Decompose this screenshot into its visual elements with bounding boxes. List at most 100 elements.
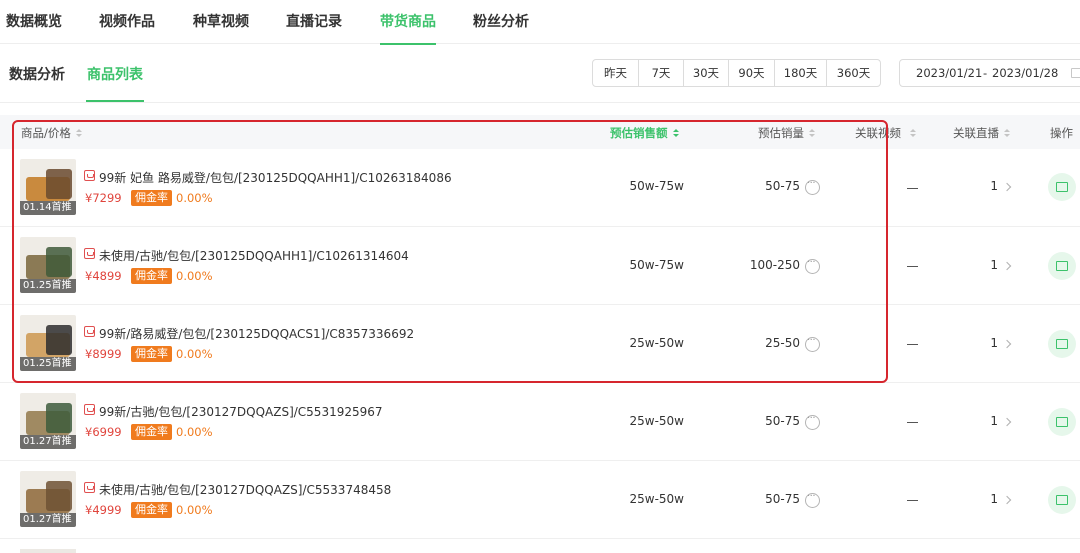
shop-icon [84,404,95,415]
subtab-product-list[interactable]: 商品列表 [86,64,144,102]
subtab-data-analysis[interactable]: 数据分析 [9,64,65,84]
range-180d-button[interactable]: 180天 [775,60,827,86]
chart-icon[interactable] [1048,252,1076,280]
table-header: 商品/价格 预估销售额 预估销量 关联视频 关联直播 操作 [0,115,1080,149]
first-push-tag: 01.25首推 [20,279,76,293]
est-sales-volume: 100-250 [749,258,800,272]
more-icon[interactable] [805,257,820,274]
commission-rate: 0.00% [176,347,213,361]
col-action: 操作 [1050,126,1073,140]
shop-icon [84,326,95,337]
range-90d-button[interactable]: 90天 [729,60,775,86]
range-yesterday-button[interactable]: 昨天 [593,60,639,86]
top-tabs: 数据概览 视频作品 种草视频 直播记录 带货商品 粉丝分析 [0,0,1080,45]
col-product-label: 商品/价格 [21,126,71,140]
product-name[interactable]: 未使用/古驰/包包/[230125DQQAHH1]/C10261314604 [99,247,409,264]
first-push-tag: 01.14首推 [20,201,76,215]
product-price: ¥8999 [85,347,122,361]
commission-rate: 0.00% [176,191,213,205]
shop-icon [84,482,95,493]
chevron-right-icon[interactable] [1002,339,1012,349]
more-icon[interactable] [805,413,820,430]
sort-icon [910,128,916,138]
chevron-right-icon[interactable] [1002,261,1012,271]
product-thumbnail[interactable]: 01.27首推 [20,393,76,449]
chevron-right-icon[interactable] [1002,182,1012,192]
est-sales-volume: 50-75 [765,179,800,193]
col-related-live[interactable]: 关联直播 [953,125,1010,141]
related-video-empty [907,266,918,267]
related-live-count[interactable]: 1 [986,179,998,193]
tab-video-works[interactable]: 视频作品 [99,11,155,31]
chevron-right-icon[interactable] [1002,417,1012,427]
more-icon[interactable] [805,178,820,195]
product-thumbnail[interactable]: 01.14首推 [20,159,76,215]
first-push-tag: 01.25首推 [20,357,76,371]
product-image [46,403,72,433]
product-name[interactable]: 99新 妃鱼 路易威登/包包/[230125DQQAHH1]/C10263184… [99,169,452,186]
col-related-video[interactable]: 关联视频 [855,125,916,141]
tab-live-records[interactable]: 直播记录 [286,11,342,31]
col-est-sales-volume[interactable]: 预估销量 [758,125,815,141]
related-live-count[interactable]: 1 [986,492,998,506]
range-360d-button[interactable]: 360天 [827,60,880,86]
product-name[interactable]: 99新/路易威登/包包/[230125DQQACS1]/C8357336692 [99,325,414,342]
product-price: ¥7299 [85,191,122,205]
shop-icon [84,248,95,259]
related-video-empty [907,422,918,423]
est-sales-volume: 50-75 [765,492,800,506]
tab-seeding-videos[interactable]: 种草视频 [193,11,249,31]
table-row[interactable]: 01.25首推 未使用/古驰/包包/[230125DQQAHH1]/C10261… [0,227,1080,305]
chart-icon[interactable] [1048,173,1076,201]
chart-icon[interactable] [1048,486,1076,514]
col-related-live-label: 关联直播 [953,126,999,140]
commission-badge: 佣金率 [131,268,172,284]
product-name[interactable]: 未使用/古驰/包包/[230127DQQAZS]/C5533748458 [99,481,391,498]
range-30d-button[interactable]: 30天 [684,60,729,86]
est-sales-amount: 25w-50w [629,336,685,350]
related-live-count[interactable]: 1 [986,336,998,350]
related-live-count[interactable]: 1 [986,258,998,272]
date-end: 2023/01/28 [992,66,1059,80]
product-price: ¥4899 [85,269,122,283]
more-icon[interactable] [805,491,820,508]
range-7d-button[interactable]: 7天 [639,60,684,86]
product-name[interactable]: 99新/古驰/包包/[230127DQQAZS]/C5531925967 [99,403,383,420]
product-image [46,247,72,277]
est-sales-amount: 50w-75w [629,179,685,193]
commission-rate: 0.00% [176,503,213,517]
commission-badge: 佣金率 [131,346,172,362]
product-thumbnail[interactable]: 01.25首推 [20,315,76,371]
commission-rate: 0.00% [176,425,213,439]
range-button-group: 昨天 7天 30天 90天 180天 360天 [592,59,881,87]
table-row[interactable]: 01.27首推 未使用/古驰/包包/[230127DQQAZS]/C553374… [0,461,1080,539]
product-thumbnail[interactable]: 01.25首推 [20,237,76,293]
related-live-count[interactable]: 1 [986,414,998,428]
related-video-empty [907,500,918,501]
shop-icon [84,170,95,181]
chart-icon[interactable] [1048,330,1076,358]
col-est-sales-volume-label: 预估销量 [758,126,804,140]
product-price: ¥6999 [85,425,122,439]
date-range-picker[interactable]: 2023/01/21 - 2023/01/28 [899,59,1080,87]
table-row[interactable]: 01.27首推 99新/古驰/包包/[230127DQQAZS]/C553192… [0,383,1080,461]
table-row[interactable]: 01.14首推 99新 妃鱼 路易威登/包包/[230125DQQAHH1]/C… [0,149,1080,227]
first-push-tag: 01.27首推 [20,513,76,527]
date-separator: - [983,66,988,80]
est-sales-volume: 25-50 [765,336,800,350]
table-row[interactable]: 01.25首推 99新/路易威登/包包/[230125DQQACS1]/C835… [0,305,1080,383]
commission-badge: 佣金率 [131,190,172,206]
chart-icon[interactable] [1048,408,1076,436]
col-product[interactable]: 商品/价格 [21,125,82,141]
est-sales-amount: 25w-50w [629,414,685,428]
commission-badge: 佣金率 [131,424,172,440]
product-thumbnail[interactable]: 01.27首推 [20,471,76,527]
est-sales-amount: 25w-50w [629,492,685,506]
tab-goods[interactable]: 带货商品 [380,11,436,45]
sort-icon [809,128,815,138]
chevron-right-icon[interactable] [1002,495,1012,505]
more-icon[interactable] [805,335,820,352]
tab-fans-analysis[interactable]: 粉丝分析 [473,11,529,31]
tab-data-overview[interactable]: 数据概览 [6,11,62,31]
col-est-sales-amount[interactable]: 预估销售额 [610,125,679,141]
